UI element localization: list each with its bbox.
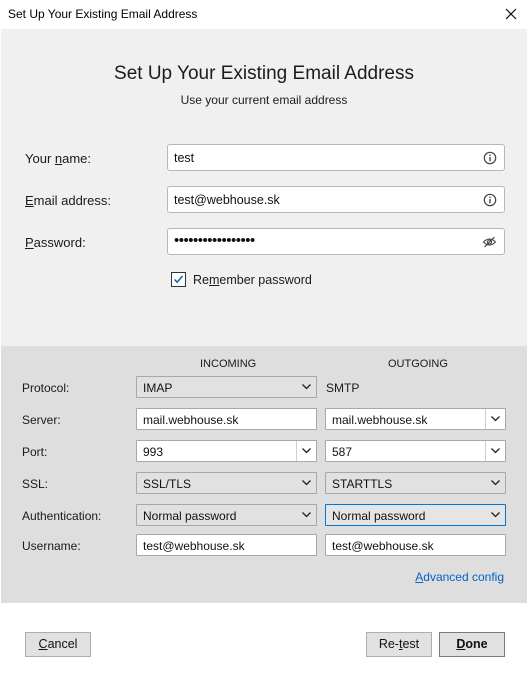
chevron-down-icon bbox=[491, 512, 500, 518]
password-label: Password: bbox=[25, 235, 86, 250]
chevron-down-icon bbox=[302, 480, 311, 486]
cancel-button[interactable]: Cancel bbox=[25, 632, 91, 657]
outgoing-ssl-value: STARTTLS bbox=[332, 477, 393, 491]
chevron-down-icon bbox=[302, 384, 311, 390]
outgoing-port-combobox[interactable]: 587 bbox=[325, 440, 506, 462]
outgoing-port-value: 587 bbox=[332, 445, 353, 459]
remember-password-checkbox[interactable] bbox=[171, 272, 186, 287]
chevron-down-icon bbox=[302, 512, 311, 518]
email-value: test@webhouse.sk bbox=[174, 193, 280, 207]
eye-slash-icon[interactable] bbox=[482, 235, 497, 249]
checkmark-icon bbox=[173, 275, 184, 284]
name-value: test bbox=[174, 151, 195, 165]
outgoing-header: OUTGOING bbox=[388, 358, 448, 370]
incoming-ssl-value: SSL/TLS bbox=[143, 477, 192, 491]
info-icon[interactable] bbox=[483, 151, 497, 165]
page-title: Set Up Your Existing Email Address bbox=[114, 63, 414, 84]
chevron-down-icon bbox=[491, 448, 500, 454]
chevron-down-icon bbox=[491, 416, 500, 422]
account-form-section: Set Up Your Existing Email Address Use y… bbox=[1, 29, 527, 346]
outgoing-server-combobox[interactable]: mail.webhouse.sk bbox=[325, 408, 506, 430]
incoming-username-input[interactable]: test@webhouse.sk bbox=[136, 534, 317, 556]
window-title: Set Up Your Existing Email Address bbox=[8, 7, 198, 21]
incoming-port-dropdown-button[interactable] bbox=[296, 441, 316, 461]
window-titlebar: Set Up Your Existing Email Address bbox=[0, 0, 528, 29]
name-label: Your name: bbox=[25, 151, 92, 166]
incoming-server-value: mail.webhouse.sk bbox=[143, 413, 239, 427]
password-value: ••••••••••••••••• bbox=[174, 232, 255, 249]
protocol-label: Protocol: bbox=[22, 381, 70, 395]
chevron-down-icon bbox=[491, 480, 500, 486]
incoming-authentication-select[interactable]: Normal password bbox=[136, 504, 317, 526]
ssl-label: SSL: bbox=[22, 477, 49, 491]
incoming-ssl-select[interactable]: SSL/TLS bbox=[136, 472, 317, 494]
info-icon[interactable] bbox=[483, 193, 497, 207]
incoming-authentication-value: Normal password bbox=[143, 509, 237, 523]
incoming-protocol-select[interactable]: IMAP bbox=[136, 376, 317, 398]
server-config-section: INCOMING OUTGOING Protocol: IMAP SMTP Se… bbox=[1, 346, 527, 603]
outgoing-authentication-select[interactable]: Normal password bbox=[325, 504, 506, 526]
outgoing-username-input[interactable]: test@webhouse.sk bbox=[325, 534, 506, 556]
page-subtitle: Use your current email address bbox=[180, 93, 348, 107]
outgoing-server-value: mail.webhouse.sk bbox=[332, 413, 428, 427]
port-label: Port: bbox=[22, 445, 48, 459]
outgoing-server-dropdown-button[interactable] bbox=[485, 409, 505, 429]
outgoing-username-value: test@webhouse.sk bbox=[332, 539, 434, 553]
username-label: Username: bbox=[22, 539, 81, 553]
retest-button[interactable]: Re-test bbox=[366, 632, 432, 657]
incoming-server-input[interactable]: mail.webhouse.sk bbox=[136, 408, 317, 430]
incoming-username-value: test@webhouse.sk bbox=[143, 539, 245, 553]
server-label: Server: bbox=[22, 413, 61, 427]
chevron-down-icon bbox=[302, 448, 311, 454]
outgoing-ssl-select[interactable]: STARTTLS bbox=[325, 472, 506, 494]
authentication-label: Authentication: bbox=[22, 509, 102, 523]
outgoing-protocol-value: SMTP bbox=[326, 381, 360, 395]
outgoing-port-dropdown-button[interactable] bbox=[485, 441, 505, 461]
close-icon[interactable] bbox=[500, 3, 522, 25]
advanced-config-link[interactable]: Advanced config bbox=[415, 570, 504, 584]
outgoing-authentication-value: Normal password bbox=[332, 509, 426, 523]
email-label: Email address: bbox=[25, 193, 111, 208]
name-field[interactable]: test bbox=[167, 144, 505, 171]
email-field[interactable]: test@webhouse.sk bbox=[167, 186, 505, 213]
done-button[interactable]: Done bbox=[439, 632, 505, 657]
incoming-header: INCOMING bbox=[200, 358, 257, 370]
incoming-port-combobox[interactable]: 993 bbox=[136, 440, 317, 462]
password-field[interactable]: ••••••••••••••••• bbox=[167, 228, 505, 255]
incoming-port-value: 993 bbox=[143, 445, 164, 459]
incoming-protocol-value: IMAP bbox=[143, 381, 173, 395]
remember-password-label[interactable]: Remember password bbox=[193, 273, 312, 287]
